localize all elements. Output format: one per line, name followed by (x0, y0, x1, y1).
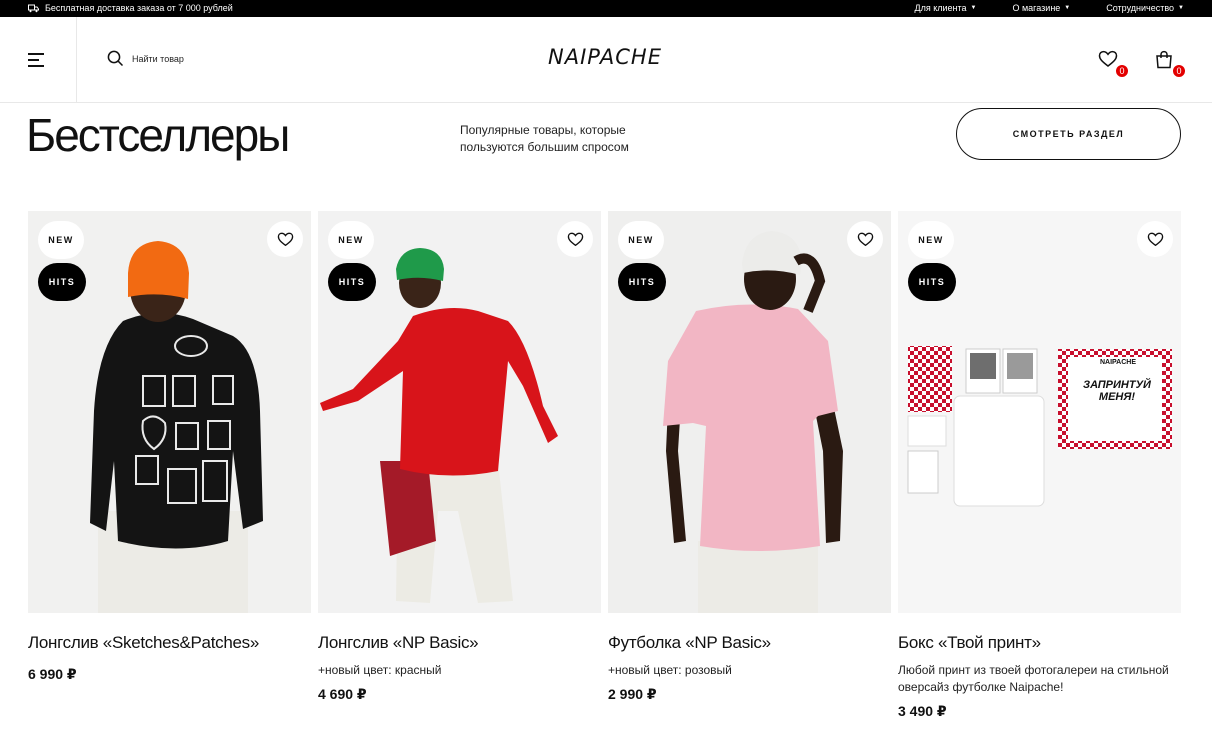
favorites-count-badge: 0 (1114, 63, 1130, 79)
heart-icon (567, 232, 583, 246)
product-card[interactable]: NAIPACHE ЗАПРИНТУЙ МЕНЯ! NEW HITS Бокс «… (898, 211, 1181, 720)
search-icon (107, 50, 124, 67)
shopping-bag-icon (1156, 50, 1172, 69)
cart-button[interactable]: 0 (1155, 50, 1187, 79)
product-image[interactable]: NEW HITS (318, 211, 601, 613)
product-name[interactable]: Футболка «NP Basic» (608, 633, 891, 653)
product-card[interactable]: NEW HITS Футболка «NP Basic» +новый цвет… (608, 211, 891, 703)
product-price: 4 690 ₽ (318, 686, 367, 702)
hits-badge: HITS (908, 263, 956, 301)
site-header: NAIPACHE 0 0 (0, 17, 1212, 103)
product-name[interactable]: Лонгслив «Sketches&Patches» (28, 633, 311, 653)
view-section-button[interactable]: Смотреть раздел (956, 108, 1181, 160)
caret-down-icon: ▼ (1064, 5, 1071, 11)
hits-badge: HITS (328, 263, 376, 301)
hits-badge: HITS (38, 263, 86, 301)
box-brand-label: NAIPACHE (1099, 359, 1137, 366)
top-announcement-bar: Бесплатная доставка заказа от 7 000 рубл… (0, 0, 1212, 17)
link-label: Для клиента (914, 3, 967, 13)
product-name[interactable]: Бокс «Твой принт» (898, 633, 1181, 653)
link-for-clients[interactable]: Для клиента ▼ (914, 3, 976, 13)
product-price: 2 990 ₽ (608, 686, 657, 702)
link-label: О магазине (1012, 3, 1061, 13)
new-badge: NEW (38, 221, 84, 259)
header-divider (76, 17, 77, 103)
product-note: +новый цвет: красный (318, 663, 442, 677)
promo-text: Бесплатная доставка заказа от 7 000 рубл… (45, 3, 233, 13)
link-about-store[interactable]: О магазине ▼ (1012, 3, 1070, 13)
product-note: +новый цвет: розовый (608, 663, 732, 677)
product-price: 3 490 ₽ (898, 703, 947, 719)
product-image[interactable]: NAIPACHE ЗАПРИНТУЙ МЕНЯ! NEW HITS (898, 211, 1181, 613)
hamburger-menu-icon[interactable] (28, 53, 44, 67)
add-to-favorites-button[interactable] (557, 221, 593, 257)
caret-down-icon: ▼ (970, 5, 977, 11)
caret-down-icon: ▼ (1178, 5, 1184, 11)
product-price: 6 990 ₽ (28, 666, 77, 682)
heart-icon (857, 232, 873, 246)
link-cooperation[interactable]: Сотрудничество ▼ (1106, 3, 1184, 13)
product-note: Любой принт из твоей фотогалереи на стил… (898, 663, 1169, 694)
hits-badge: HITS (618, 263, 666, 301)
favorites-button[interactable]: 0 (1098, 50, 1130, 79)
link-label: Сотрудничество (1106, 3, 1175, 13)
add-to-favorites-button[interactable] (267, 221, 303, 257)
new-badge: NEW (618, 221, 664, 259)
add-to-favorites-button[interactable] (847, 221, 883, 257)
product-image[interactable]: NEW HITS (28, 211, 311, 613)
heart-icon (1147, 232, 1163, 246)
topbar-links: Для клиента ▼ О магазине ▼ Сотрудничество ▼ (914, 3, 1184, 13)
product-name[interactable]: Лонгслив «NP Basic» (318, 633, 601, 653)
delivery-truck-icon (28, 4, 39, 12)
product-card[interactable]: NEW HITS Лонгслив «Sketches&Patches» 6 9… (28, 211, 311, 683)
product-image[interactable]: NEW HITS (608, 211, 891, 613)
section-subtitle: Популярные товары, которые пользуются бо… (460, 123, 629, 154)
free-delivery-promo: Бесплатная доставка заказа от 7 000 рубл… (28, 3, 233, 13)
box-slogan: ЗАПРИНТУЙ МЕНЯ! (1083, 379, 1151, 403)
search-input[interactable] (132, 53, 252, 64)
add-to-favorites-button[interactable] (1137, 221, 1173, 257)
new-badge: NEW (328, 221, 374, 259)
cart-count-badge: 0 (1171, 63, 1187, 79)
heart-icon (277, 232, 293, 246)
section-title: Бестселлеры (26, 109, 290, 161)
search-box[interactable] (107, 50, 252, 67)
new-badge: NEW (908, 221, 954, 259)
product-card[interactable]: NEW HITS Лонгслив «NP Basic» +новый цвет… (318, 211, 601, 703)
brand-logo[interactable]: NAIPACHE (548, 45, 662, 69)
